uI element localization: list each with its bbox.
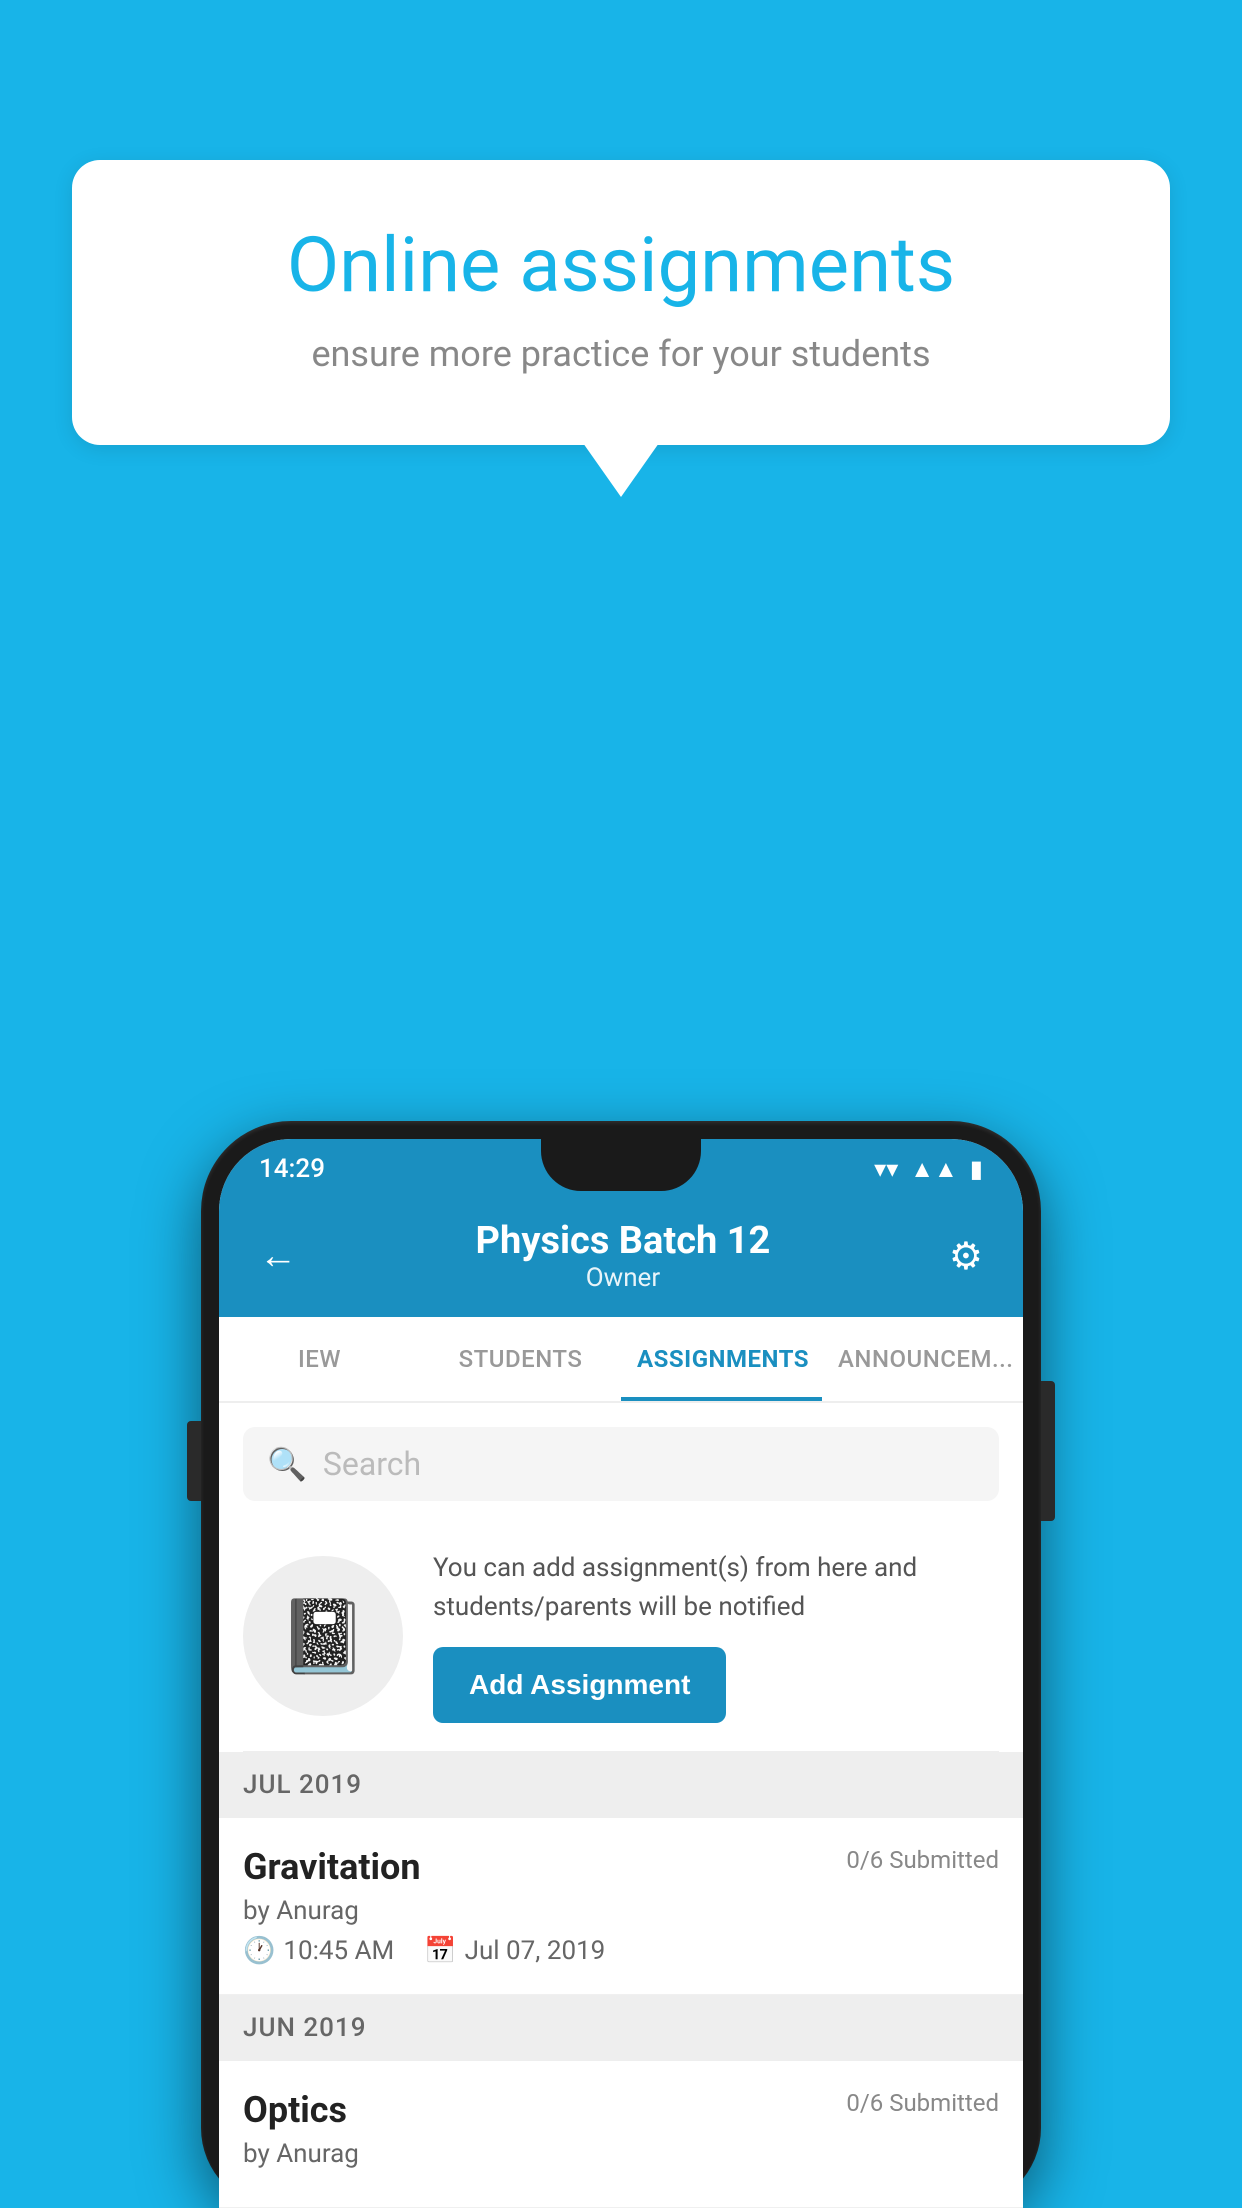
tab-students[interactable]: STUDENTS [420, 1317, 621, 1401]
assignment-author-gravitation: by Anurag [243, 1896, 999, 1926]
phone-outer-shell: 14:29 ▾▾ ▲▲ ▮ ← Physics Batch 12 Owner ⚙… [201, 1121, 1041, 2208]
assignment-author-optics: by Anurag [243, 2139, 999, 2169]
section-label-jul: JUL 2019 [243, 1770, 362, 1800]
settings-button[interactable]: ⚙ [949, 1234, 983, 1279]
promo-description: You can add assignment(s) from here and … [433, 1549, 999, 1627]
status-time: 14:29 [259, 1154, 325, 1184]
assignment-time-value: 10:45 AM [283, 1936, 394, 1966]
assignment-meta-gravitation: 🕐 10:45 AM 📅 Jul 07, 2019 [243, 1936, 999, 1966]
assignment-top: Gravitation 0/6 Submitted [243, 1846, 999, 1888]
promo-card: 📓 You can add assignment(s) from here an… [243, 1521, 999, 1752]
header-subtitle: Owner [476, 1263, 771, 1293]
wifi-icon: ▾▾ [874, 1155, 898, 1183]
add-assignment-button[interactable]: Add Assignment [433, 1647, 726, 1723]
tab-announcements[interactable]: ANNOUNCEM... [822, 1317, 1023, 1401]
bubble-title: Online assignments [142, 220, 1100, 311]
notch [541, 1139, 701, 1191]
promo-text: You can add assignment(s) from here and … [433, 1549, 999, 1723]
assignment-submitted-optics: 0/6 Submitted [846, 2089, 999, 2117]
assignment-submitted-gravitation: 0/6 Submitted [846, 1846, 999, 1874]
search-icon: 🔍 [267, 1445, 307, 1483]
back-button[interactable]: ← [259, 1234, 297, 1278]
promo-icon-circle: 📓 [243, 1556, 403, 1716]
assignment-name-gravitation: Gravitation [243, 1846, 421, 1888]
clock-icon: 🕐 [243, 1936, 275, 1966]
section-header-jul: JUL 2019 [219, 1752, 1023, 1818]
assignment-gravitation[interactable]: Gravitation 0/6 Submitted by Anurag 🕐 10… [219, 1818, 1023, 1995]
assignment-date-value: Jul 07, 2019 [465, 1936, 606, 1966]
signal-icon: ▲▲ [910, 1155, 958, 1184]
assignment-time-gravitation: 🕐 10:45 AM [243, 1936, 394, 1966]
calendar-icon: 📅 [424, 1936, 456, 1966]
tabs-bar: IEW STUDENTS ASSIGNMENTS ANNOUNCEM... [219, 1317, 1023, 1403]
phone-screen: 14:29 ▾▾ ▲▲ ▮ ← Physics Batch 12 Owner ⚙… [219, 1139, 1023, 2208]
speech-bubble: Online assignments ensure more practice … [72, 160, 1170, 445]
section-header-jun: JUN 2019 [219, 1995, 1023, 2061]
header-title: Physics Batch 12 [476, 1219, 771, 1263]
bubble-subtitle: ensure more practice for your students [142, 329, 1100, 379]
section-label-jun: JUN 2019 [243, 2013, 366, 2043]
assignment-name-optics: Optics [243, 2089, 347, 2131]
content-area: 🔍 Search 📓 You can add assignment(s) fro… [219, 1403, 1023, 2208]
tab-iew[interactable]: IEW [219, 1317, 420, 1401]
header-center: Physics Batch 12 Owner [476, 1219, 771, 1293]
app-header: ← Physics Batch 12 Owner ⚙ [219, 1199, 1023, 1317]
search-placeholder: Search [323, 1445, 421, 1483]
tab-assignments[interactable]: ASSIGNMENTS [621, 1317, 822, 1401]
battery-icon: ▮ [970, 1155, 983, 1183]
status-icons: ▾▾ ▲▲ ▮ [874, 1155, 983, 1184]
search-bar[interactable]: 🔍 Search [243, 1427, 999, 1501]
speech-bubble-section: Online assignments ensure more practice … [72, 160, 1170, 445]
assignment-date-gravitation: 📅 Jul 07, 2019 [424, 1936, 605, 1966]
notebook-icon: 📓 [278, 1594, 368, 1679]
assignment-top-optics: Optics 0/6 Submitted [243, 2089, 999, 2131]
phone-device: 14:29 ▾▾ ▲▲ ▮ ← Physics Batch 12 Owner ⚙… [201, 1121, 1041, 2208]
assignment-optics[interactable]: Optics 0/6 Submitted by Anurag [219, 2061, 1023, 2208]
status-bar: 14:29 ▾▾ ▲▲ ▮ [219, 1139, 1023, 1199]
